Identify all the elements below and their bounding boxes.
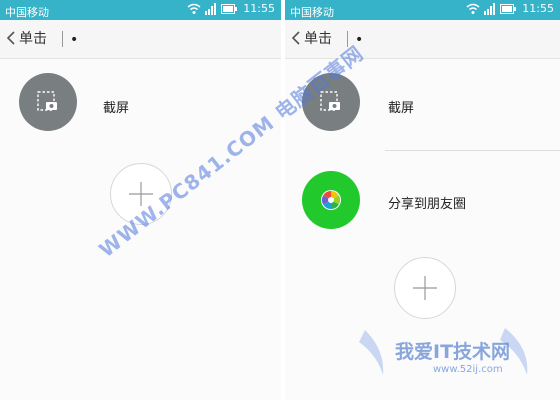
navbar: 单击 • xyxy=(0,20,281,59)
chevron-left-icon xyxy=(291,31,300,45)
back-button[interactable]: 单击 xyxy=(6,28,47,48)
clock: 11:55 xyxy=(522,2,554,15)
navbar: 单击 • xyxy=(285,20,560,59)
screenshot-icon xyxy=(37,91,57,111)
carrier-name: 中国移动 xyxy=(5,6,49,19)
signal-icon xyxy=(484,2,496,15)
screenshot-action-button[interactable] xyxy=(19,73,77,131)
add-shortcut-button[interactable] xyxy=(394,257,456,319)
nav-separator xyxy=(62,31,63,47)
status-icons: 11:55 xyxy=(466,2,554,15)
screenshot-label: 截屏 xyxy=(103,101,130,116)
plus-icon xyxy=(413,276,437,300)
nav-dot: • xyxy=(70,32,79,48)
carrier-name: 中国移动 xyxy=(290,6,334,19)
back-button[interactable]: 单击 xyxy=(291,28,332,48)
status-bar: 中国移动 11:55 xyxy=(0,0,281,20)
battery-icon xyxy=(221,3,238,14)
clock: 11:55 xyxy=(243,2,275,15)
status-icons: 11:55 xyxy=(187,2,275,15)
status-bar: 中国移动 11:55 xyxy=(285,0,560,20)
share-moments-button[interactable] xyxy=(302,171,360,229)
back-label: 单击 xyxy=(304,31,332,47)
item-divider xyxy=(385,150,560,151)
chevron-left-icon xyxy=(6,31,15,45)
logo-url: www.52ij.com xyxy=(433,364,503,375)
battery-icon xyxy=(500,3,517,14)
share-moments-label: 分享到朋友圈 xyxy=(388,197,467,212)
wifi-icon xyxy=(466,3,480,14)
logo-title: 我爱IT技术网 xyxy=(395,341,511,363)
back-label: 单击 xyxy=(19,31,47,47)
moments-icon xyxy=(321,190,341,210)
wifi-icon xyxy=(187,3,201,14)
left-screen: 中国移动 11:55 单击 • 截屏 xyxy=(0,0,281,400)
screenshot-label: 截屏 xyxy=(388,101,415,116)
signal-icon xyxy=(205,2,217,15)
logo-watermark: 我爱IT技术网 www.52ij.com xyxy=(355,320,560,400)
